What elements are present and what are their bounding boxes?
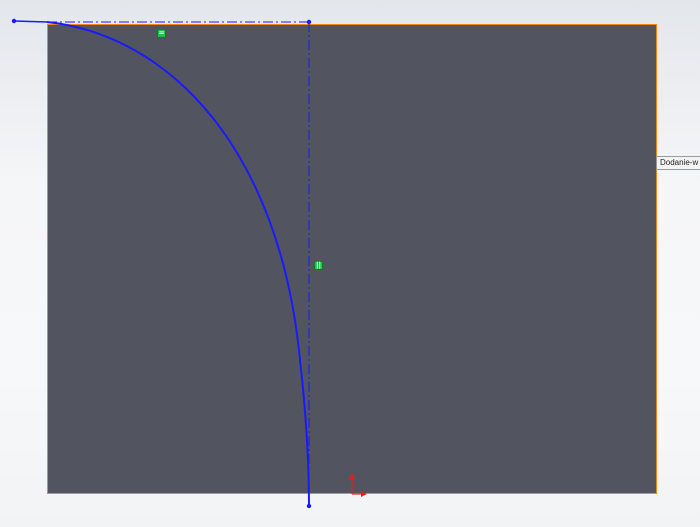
horizontal-relation-icon[interactable]: = (157, 29, 166, 38)
sketch-geometry (11, 18, 367, 509)
endpoint-top-right[interactable] (306, 19, 312, 25)
tooltip: Dodanie-w (656, 156, 700, 170)
vertical-relation-icon[interactable]: || (314, 261, 323, 270)
endpoint-left[interactable] (11, 18, 17, 24)
origin-icon (349, 473, 367, 497)
graphics-area[interactable]: = || Dodanie-w (0, 0, 700, 527)
endpoint-bottom[interactable] (306, 503, 312, 509)
sketch-curve[interactable] (46, 21, 310, 507)
left-sketch-line[interactable] (13, 20, 48, 23)
